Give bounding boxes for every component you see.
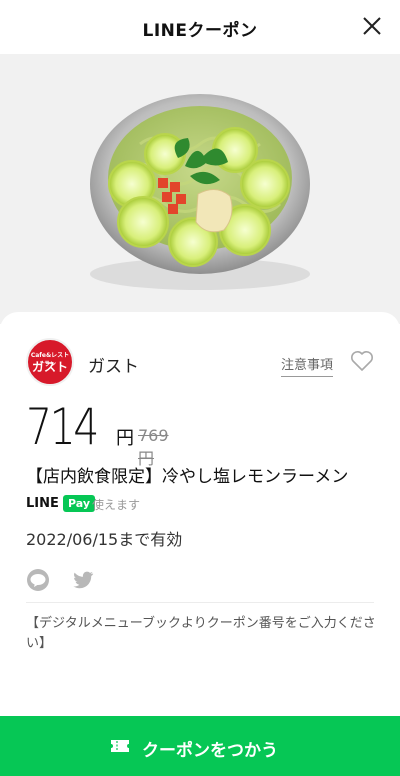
coupon-title: 【店内飲食限定】冷やし塩レモンラーメン [26, 467, 349, 487]
store-name: ガスト [88, 357, 139, 377]
twitter-icon[interactable] [70, 568, 96, 592]
price-unit: 円 [116, 428, 134, 449]
coupon-card: Cafe&レストラン ガスト ガスト 注意事項 714 円 769円 【店内飲食… [0, 312, 400, 722]
line-share-icon[interactable] [26, 568, 50, 592]
line-pay-status: 使えます [92, 498, 141, 512]
notes-link[interactable]: 注意事項 [281, 354, 334, 377]
divider [26, 602, 374, 603]
line-pay-line-text: LINE [26, 496, 59, 511]
close-icon[interactable] [362, 16, 382, 36]
ticket-icon [111, 740, 129, 752]
header: LINEクーポン [0, 0, 400, 54]
line-pay-pay-text: Pay [63, 495, 96, 512]
use-coupon-button[interactable]: クーポンをつかう [0, 716, 400, 776]
coupon-note: 【デジタルメニューブックよりクーポン番号をご入力ください】 [26, 616, 376, 652]
page-title: LINEクーポン [142, 21, 258, 41]
validity-date: 2022/06/15まで有効 [26, 530, 183, 549]
heart-icon[interactable] [350, 350, 374, 372]
use-coupon-label: クーポンをつかう [142, 741, 278, 761]
coupon-image [0, 54, 400, 324]
ramen-image [90, 94, 310, 290]
store-logo-name: ガスト [31, 360, 68, 374]
discount-price: 714 [26, 398, 99, 456]
store-logo: Cafe&レストラン ガスト [26, 338, 74, 386]
